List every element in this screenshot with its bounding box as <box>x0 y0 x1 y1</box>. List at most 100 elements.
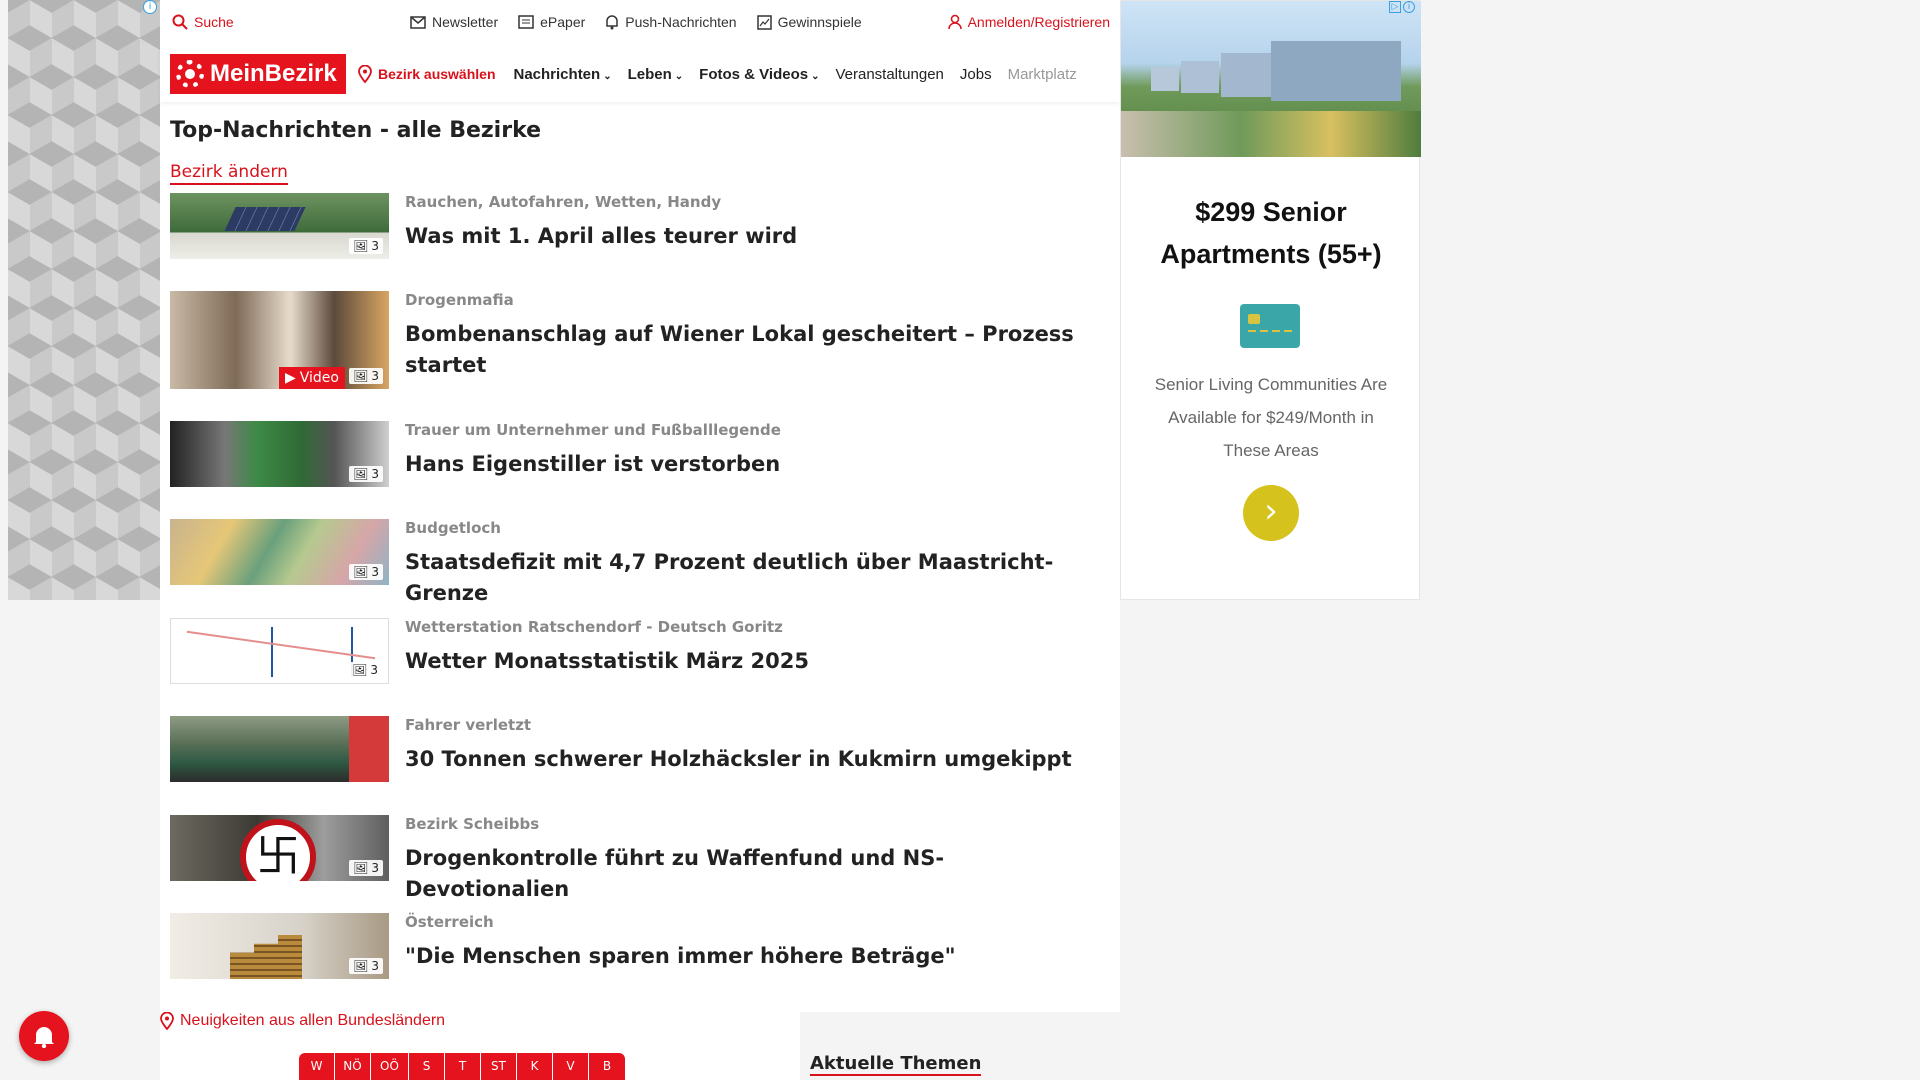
article-thumbnail[interactable]: 🖼 3 <box>170 193 389 259</box>
article-item[interactable]: 🖼 3 Budgetloch Staatsdefizit mit 4,7 Proz… <box>170 519 1110 605</box>
state-tab-w[interactable]: W <box>299 1053 335 1080</box>
state-tab-st[interactable]: ST <box>481 1053 517 1080</box>
nav-links: Nachrichten ⌄ Leben ⌄ Fotos & Videos ⌄ Vera… <box>514 66 1099 83</box>
chevron-down-icon: ⌄ <box>811 70 820 82</box>
article-kicker: Rauchen, Autofahren, Wetten, Handy <box>405 193 722 211</box>
photo-count-badge: 🖼 3 <box>349 564 383 580</box>
ad-house-shape <box>1221 53 1271 97</box>
article-thumbnail[interactable]: 🖼 3 <box>170 519 389 585</box>
push-notifications-link[interactable]: Push-Nachrichten <box>605 14 737 30</box>
photo-icon: 🖼 <box>353 239 369 253</box>
login-register-link[interactable]: Anmelden/Registrieren <box>947 14 1110 30</box>
article-item[interactable]: 🖼 3 Trauer um Unternehmer und Fußballlege… <box>170 421 1110 491</box>
contests-link[interactable]: Gewinnspiele <box>756 14 862 30</box>
ad-garden-shape <box>1121 111 1421 157</box>
nav-item-veranstaltungen[interactable]: Veranstaltungen <box>835 66 943 83</box>
photo-count: 3 <box>371 959 379 973</box>
ad-info-icon: i <box>1403 1 1415 13</box>
state-tab-noe[interactable]: NÖ <box>335 1053 371 1080</box>
video-label: Video <box>299 370 339 386</box>
photo-count: 4 <box>371 762 379 776</box>
nav-item-label: Fotos & Videos <box>699 65 809 83</box>
article-item[interactable]: ▶ Video 🖼 3 Drogenmafia Bombenanschlag auf… <box>170 291 1110 391</box>
nav-item-label: Nachrichten <box>513 65 601 83</box>
article-title[interactable]: 30 Tonnen schwerer Holzhäcksler in Kukmi… <box>405 744 1105 775</box>
logo-text: MeinBezirk <box>210 60 337 87</box>
right-ad-banner[interactable]: ▷ i $299 Senior Apartments (55+) Senior … <box>1120 0 1421 600</box>
notification-bell-button[interactable] <box>19 1011 69 1061</box>
article-kicker: Drogenmafia <box>405 291 514 309</box>
chevron-down-icon: ⌄ <box>603 70 612 82</box>
epaper-label: ePaper <box>540 14 586 30</box>
photo-count-badge: 🖼 3 <box>349 958 383 974</box>
newsletter-label: Newsletter <box>432 14 499 30</box>
nav-item-label: Leben <box>627 65 672 83</box>
main-column: Suche Newsletter ePaper Push-Nachrichten… <box>160 0 1120 1080</box>
contests-label: Gewinnspiele <box>777 14 862 30</box>
news-all-states-link[interactable]: Neuigkeiten aus allen Bundesländern <box>160 1012 445 1030</box>
article-title[interactable]: Drogenkontrolle führt zu Waffenfund und … <box>405 843 1105 905</box>
article-item[interactable]: 🖼3 Bezirk Scheibbs Drogenkontrolle führt… <box>170 815 1110 901</box>
state-tab-ooe[interactable]: OÖ <box>371 1053 409 1080</box>
adchoices-icons[interactable]: ▷ i <box>1389 1 1415 13</box>
photo-icon: 🖼 <box>353 959 369 973</box>
article-title[interactable]: Hans Eigenstiller ist verstorben <box>405 449 1105 480</box>
article-title[interactable]: Staatsdefizit mit 4,7 Prozent deutlich ü… <box>405 547 1105 609</box>
newspaper-icon <box>518 15 534 29</box>
main-navigation: MeinBezirk Bezirk auswählen Nachrichten ⌄… <box>160 46 1120 102</box>
epaper-link[interactable]: ePaper <box>518 14 585 30</box>
nav-item-leben[interactable]: Leben ⌄ <box>628 66 684 83</box>
ad-info-icon[interactable]: i <box>143 0 157 14</box>
bell-icon <box>34 1027 54 1048</box>
bell-icon <box>606 15 619 30</box>
photo-count: 3 <box>371 861 379 875</box>
photo-count: 3 <box>371 565 379 579</box>
photo-count: 3 <box>371 467 379 481</box>
article-title[interactable]: "Die Menschen sparen immer höhere Beträg… <box>405 941 1105 972</box>
search-button[interactable]: Suche <box>172 14 234 30</box>
state-tab-s[interactable]: S <box>409 1053 445 1080</box>
left-ad-banner[interactable] <box>8 0 160 600</box>
nav-item-marktplatz[interactable]: Marktplatz <box>1008 66 1077 83</box>
article-title[interactable]: Bombenanschlag auf Wiener Lokal gescheit… <box>405 319 1105 381</box>
article-item[interactable]: 🖼 4 Fahrer verletzt 30 Tonnen schwerer Ho… <box>170 716 1110 786</box>
nav-item-fotos-videos[interactable]: Fotos & Videos ⌄ <box>699 66 819 83</box>
change-district-link[interactable]: Bezirk ändern <box>170 162 288 185</box>
article-title[interactable]: Was mit 1. April alles teurer wird <box>405 221 1105 252</box>
state-tab-t[interactable]: T <box>445 1053 481 1080</box>
state-tab-k[interactable]: K <box>517 1053 553 1080</box>
newsletter-link[interactable]: Newsletter <box>410 14 498 30</box>
adchoices-play-icon: ▷ <box>1389 1 1401 13</box>
article-thumbnail[interactable]: 🖼 3 <box>170 618 389 684</box>
top-utility-bar: Suche Newsletter ePaper Push-Nachrichten… <box>160 0 1120 46</box>
push-notifications-label: Push-Nachrichten <box>625 14 737 30</box>
article-item[interactable]: 🖼 3 Rauchen, Autofahren, Wetten, Handy Wa… <box>170 193 1110 263</box>
article-title[interactable]: Wetter Monatsstatistik März 2025 <box>405 646 1105 677</box>
article-thumbnail[interactable]: 🖼 3 <box>170 815 389 881</box>
select-district-button[interactable]: Bezirk auswählen <box>358 65 496 83</box>
article-thumbnail[interactable]: ▶ Video 🖼 3 <box>170 291 389 389</box>
article-item[interactable]: 🖼 3 Wetterstation Ratschendorf - Deutsch … <box>170 618 1110 688</box>
article-thumbnail[interactable]: 🖼 3 <box>170 913 389 979</box>
article-thumbnail[interactable]: 🖼 4 <box>170 716 389 782</box>
state-tab-b[interactable]: B <box>589 1053 625 1080</box>
nav-item-nachrichten[interactable]: Nachrichten ⌄ <box>514 66 612 83</box>
current-topics-box: Aktuelle Themen <box>800 1012 1120 1080</box>
ad-go-button[interactable]: › <box>1243 485 1299 541</box>
article-kicker: Trauer um Unternehmer und Fußballlegende <box>405 421 781 439</box>
article-item[interactable]: 🖼 3 Österreich "Die Menschen sparen immer… <box>170 913 1110 983</box>
state-tab-v[interactable]: V <box>553 1053 589 1080</box>
article-thumbnail[interactable]: 🖼 3 <box>170 421 389 487</box>
ad-house-shape <box>1181 61 1219 93</box>
credit-card-icon <box>1240 304 1300 348</box>
nav-item-jobs[interactable]: Jobs <box>960 66 992 83</box>
ad-house-shape <box>1271 41 1401 101</box>
photo-count: 3 <box>370 663 378 677</box>
photo-icon: 🖼 <box>353 369 369 383</box>
photo-count: 3 <box>371 239 379 253</box>
site-logo[interactable]: MeinBezirk <box>170 54 346 94</box>
ad-title[interactable]: $299 Senior Apartments (55+) <box>1121 191 1421 275</box>
ad-house-shape <box>1151 67 1179 91</box>
ad-image <box>1121 1 1421 157</box>
photo-count-badge: 🖼 4 <box>349 761 383 777</box>
